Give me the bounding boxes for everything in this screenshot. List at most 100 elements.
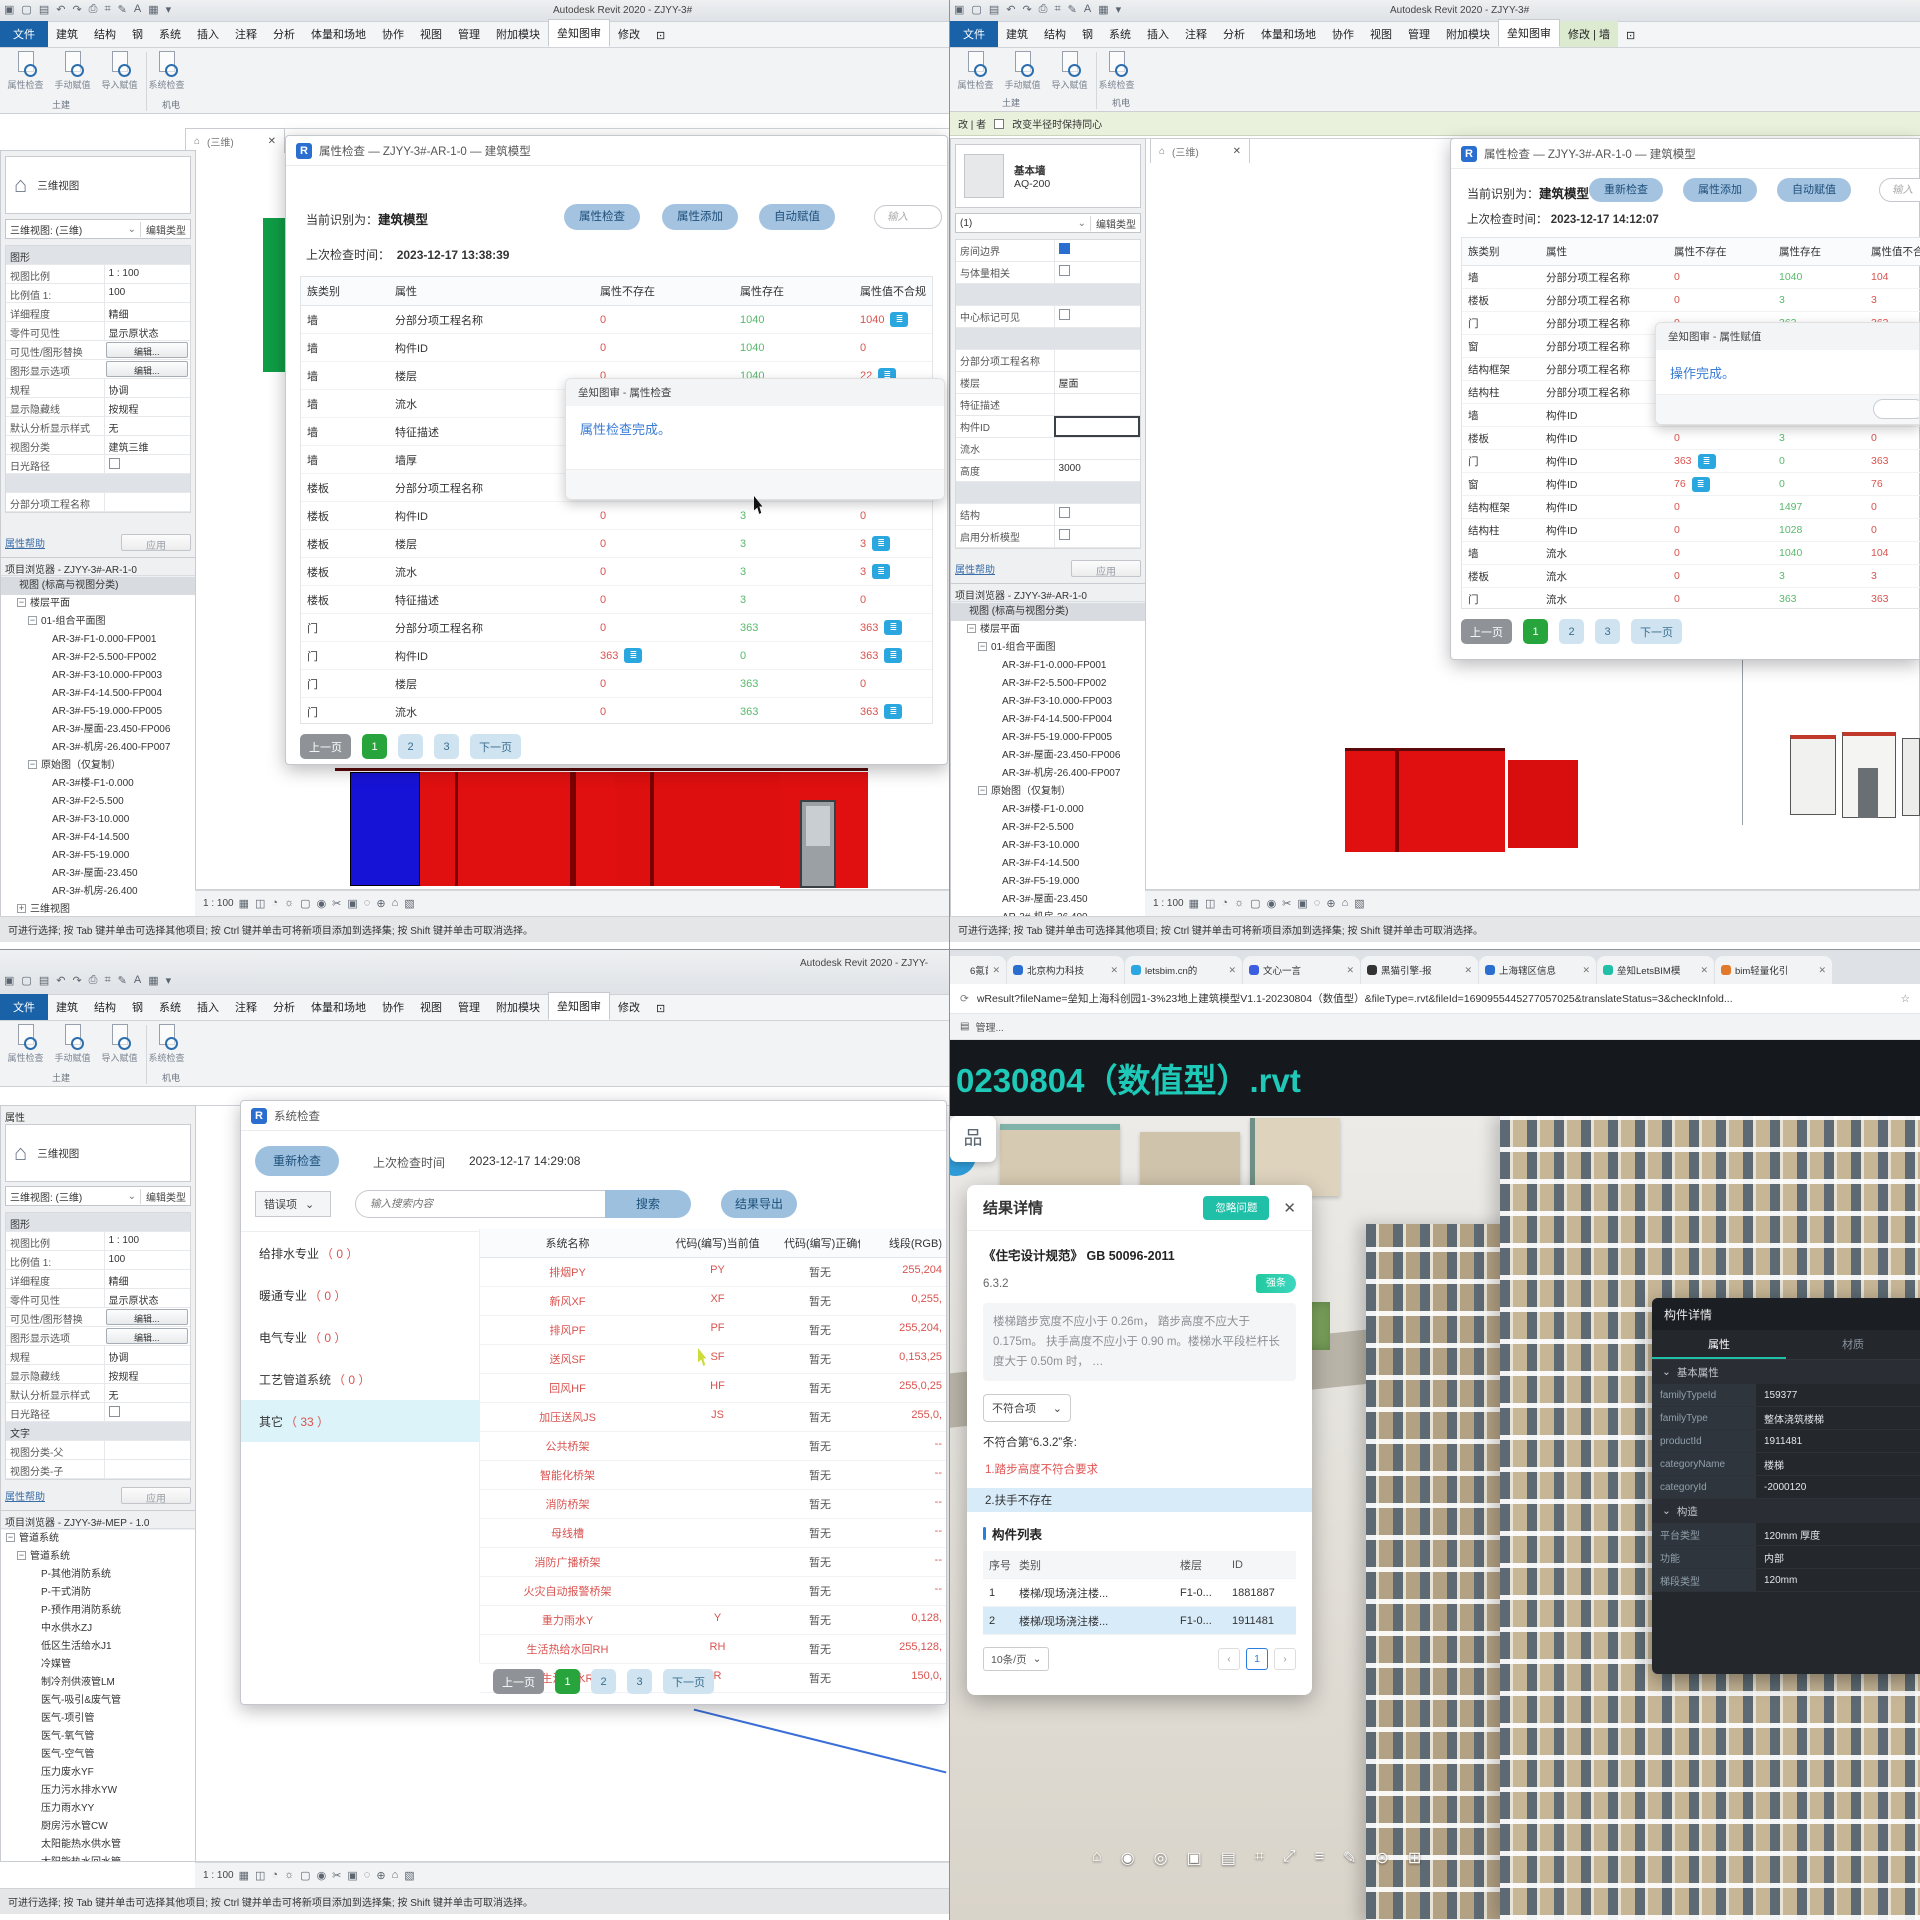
type-count-selector[interactable]: (1) ⌄ 编辑类型 [955,213,1141,233]
view-control-icon[interactable]: ⌂ [392,1869,399,1882]
tree-expand-icon[interactable] [989,838,998,847]
column-header[interactable]: 属性 [389,277,594,305]
column-header[interactable]: 代码(编写)正确值 [780,1229,860,1257]
system-row[interactable]: 消防广播桥架 暂无 -- [480,1548,946,1577]
property-value[interactable] [1054,416,1140,437]
check-row[interactable]: 楼板 楼层 0≣ 3 3≣ [301,530,932,558]
dialog-search-input[interactable]: 输入 [1879,178,1920,202]
qat-icon[interactable]: ▾ [166,3,172,16]
viewer-tool-icon[interactable]: ✎ [1343,1848,1356,1868]
viewer-tool-icon[interactable]: ⊞ [1408,1848,1421,1868]
qat-icon[interactable]: ▢ [21,3,31,16]
viewer-tool-icon[interactable]: ▤ [1221,1848,1236,1868]
edit-type-button[interactable]: 编辑类型 [140,222,186,237]
property-value[interactable]: 100 [104,1251,190,1269]
system-row[interactable]: 消防桥架 暂无 -- [480,1490,946,1519]
property-row[interactable]: 日光路径 [6,455,190,474]
tree-item[interactable]: 医气-空气管 [1,1746,195,1764]
view-control-icon[interactable]: ▢ [300,897,310,910]
property-add-button[interactable]: 属性添加 [1683,178,1757,202]
tree-expand-icon[interactable] [989,676,998,685]
property-value[interactable] [1054,438,1140,459]
view-control-icon[interactable]: ◔ [271,1869,278,1882]
qat-icon[interactable]: ⌗ [1054,3,1060,16]
tree-expand-icon[interactable] [989,892,998,901]
property-row[interactable]: 分部分项工程名称 [6,493,190,512]
tree-item[interactable]: AR-3#-F3-10.000 [1,811,195,829]
view-control-icon[interactable]: ▧ [404,1869,414,1882]
ribbon-tab[interactable]: 钢 [1074,21,1101,47]
property-value[interactable] [1054,350,1140,371]
property-row[interactable]: 房间边界 [956,240,1140,262]
url-text[interactable]: wResult?fileName=垒知上海科创园1-3%23地上建筑模型V1.1… [977,991,1893,1006]
red-wall-element[interactable] [1345,748,1505,852]
view-control-icon[interactable]: ☼ [284,897,294,910]
ribbon-tool-button[interactable]: 属性检查 [2,1024,49,1064]
tree-item[interactable]: AR-3#-机房-26.400 [1,883,195,901]
ribbon-tab[interactable]: 注释 [227,994,265,1020]
toast-ok-button[interactable] [1873,399,1920,419]
check-row[interactable]: 楼板 构件ID 0≣ 3 0≣ [301,502,932,530]
auto-assign-button[interactable]: 自动赋值 [759,204,835,230]
view-control-icon[interactable]: ▧ [1354,897,1364,910]
view-control-icon[interactable]: ◉ [1267,897,1277,910]
discipline-item[interactable]: 暖通专业（ 0 ） [241,1274,479,1316]
qat-icon[interactable]: ⎙ [89,974,98,987]
property-value[interactable]: 建筑三维 [104,436,190,454]
column-header[interactable]: 线段(RGB) [860,1229,946,1257]
apply-button[interactable]: 应用 [121,534,191,551]
tree-expand-icon[interactable] [989,856,998,865]
column-header[interactable]: 属性存在 [1773,238,1865,265]
ribbon-tool-button[interactable]: 系统检查 [143,1024,190,1064]
tree-expand-icon[interactable] [39,848,48,857]
qat-icon[interactable]: ▣ [4,3,14,16]
check-row[interactable]: 墙 流水 0≣ 1040 104≣ [1462,542,1920,565]
tree-expand-icon[interactable] [989,694,998,703]
tree-expand-icon[interactable]: − [967,624,976,633]
property-row[interactable]: 视图分类 建筑三维 [6,436,190,455]
export-results-button[interactable]: 结果导出 [721,1190,797,1218]
close-view-icon[interactable]: ✕ [268,136,276,147]
ribbon-tool-button[interactable]: 导入赋值 [96,1024,143,1064]
view-control-icon[interactable]: ▦ [1189,897,1199,910]
property-row[interactable]: 显示隐藏线 按规程 [6,1365,190,1384]
search-input[interactable] [355,1190,605,1218]
view-scale[interactable]: 1 : 100 [203,1870,234,1881]
ribbon-tab[interactable]: 体量和场地 [1253,21,1324,47]
qat-icon[interactable]: ▣ [4,974,14,987]
property-value[interactable]: 1 : 100 [104,265,190,283]
tree-expand-icon[interactable] [28,1837,37,1846]
property-row[interactable]: 比例值 1: 100 [6,1251,190,1270]
tree-item[interactable]: AR-3#-F5-19.000-FP005 [951,729,1145,747]
system-row[interactable]: 排风PF PF 暂无 255,204, [480,1316,946,1345]
tree-item[interactable]: 医气-吸引&废气管 [1,1692,195,1710]
address-bar[interactable]: ⟳ wResult?fileName=垒知上海科创园1-3%23地上建筑模型V1… [950,984,1920,1014]
qat-icon[interactable]: ▤ [39,3,49,16]
tree-item[interactable]: AR-3#-机房-26.400-FP007 [951,765,1145,783]
tree-expand-icon[interactable] [39,740,48,749]
column-header[interactable]: 属性 [1540,238,1668,265]
tree-expand-icon[interactable] [28,1639,37,1648]
viewer-tool-icon[interactable]: ⤢ [1283,1848,1296,1868]
property-row[interactable]: 构件ID [956,416,1140,438]
property-row[interactable]: 默认分析显示样式 无 [6,417,190,436]
qat-icon[interactable]: A [134,974,141,987]
red-wall-element[interactable] [420,772,615,886]
tree-expand-icon[interactable] [28,1585,37,1594]
tree-item[interactable]: 冷媒管 [1,1656,195,1674]
tab-properties[interactable]: 属性 [1652,1330,1786,1359]
property-value[interactable]: 1 : 100 [104,1232,190,1250]
issue-item[interactable]: 1.踏步高度不符合要求 [983,1457,1296,1481]
check-row[interactable]: 墙 分部分项工程名称 0≣ 1040 1040≣ [301,306,932,334]
tree-item[interactable]: AR-3#-屋面-23.450 [1,865,195,883]
tree-expand-icon[interactable] [39,812,48,821]
tree-expand-icon[interactable] [28,1711,37,1720]
tree-item[interactable]: AR-3#-F3-10.000 [951,837,1145,855]
property-value[interactable]: 显示原状态 [104,322,190,340]
property-row[interactable]: 零件可见性 显示原状态 [6,1289,190,1308]
ribbon-tab[interactable]: 附加模块 [488,21,548,47]
view-selector[interactable]: 三维视图: (三维) ⌄ 编辑类型 [5,219,191,239]
tree-item[interactable]: AR-3#-F3-10.000-FP003 [1,667,195,685]
ignore-issue-button[interactable]: 忽略问题 [1203,1196,1269,1220]
property-value[interactable]: 协调 [104,1346,190,1364]
